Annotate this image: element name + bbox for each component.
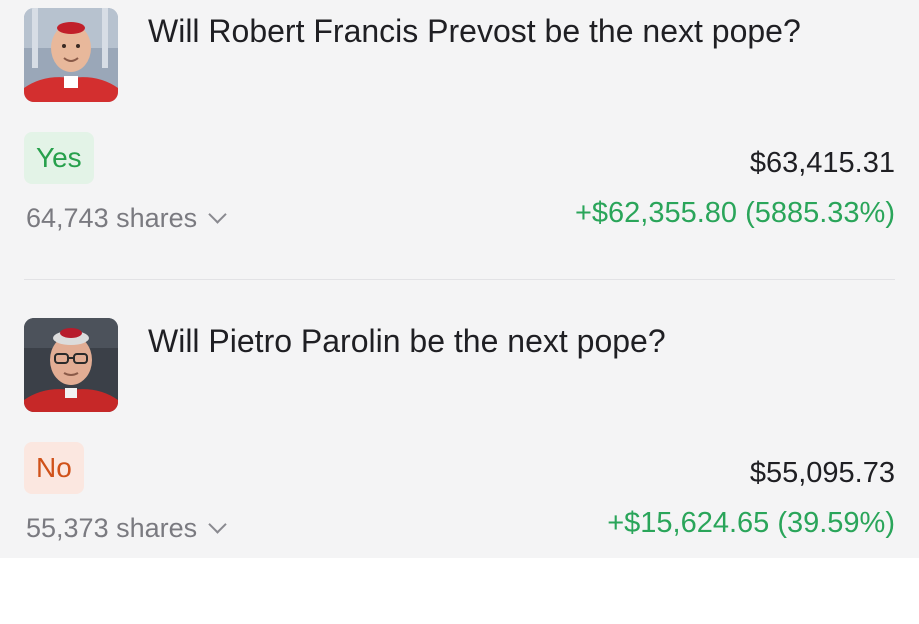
positions-panel: Will Robert Francis Prevost be the next …	[0, 0, 919, 558]
position-value: $55,095.73	[749, 457, 895, 489]
position-card[interactable]: Will Pietro Parolin be the next pope? No…	[0, 300, 919, 558]
shares-count: 55,373 shares	[26, 513, 198, 543]
market-question[interactable]: Will Pietro Parolin be the next pope?	[148, 318, 848, 364]
chevron-down-icon	[208, 204, 227, 224]
position-pnl: +$15,624.65 (39.59%)	[607, 507, 895, 539]
chevron-down-icon	[208, 514, 227, 534]
market-avatar	[24, 8, 118, 102]
position-card[interactable]: Will Robert Francis Prevost be the next …	[0, 0, 919, 280]
shares-toggle[interactable]: 64,743 shares	[26, 200, 227, 236]
portrait-image	[24, 318, 118, 412]
shares-toggle[interactable]: 55,373 shares	[26, 510, 227, 546]
portrait-image	[24, 8, 118, 102]
market-question[interactable]: Will Robert Francis Prevost be the next …	[148, 8, 848, 54]
outcome-badge-yes: Yes	[24, 132, 94, 184]
position-pnl: +$62,355.80 (5885.33%)	[574, 197, 895, 229]
outcome-badge-no: No	[24, 442, 84, 494]
divider	[24, 279, 895, 280]
market-avatar	[24, 318, 118, 412]
shares-count: 64,743 shares	[26, 203, 198, 233]
position-value: $63,415.31	[749, 147, 895, 179]
